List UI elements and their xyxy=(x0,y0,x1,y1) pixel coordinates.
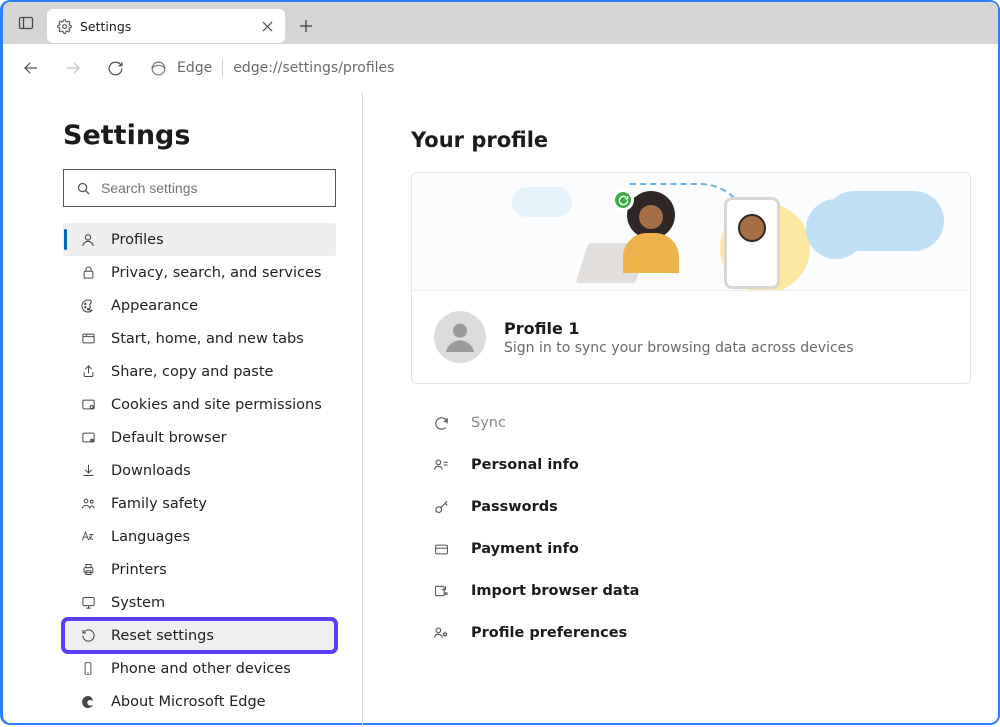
forward-button[interactable] xyxy=(55,50,91,86)
phone-icon xyxy=(79,661,97,676)
settings-main: Your profile Profile 1 Sign in to sync y… xyxy=(363,92,998,727)
refresh-button[interactable] xyxy=(97,50,133,86)
personal-info-icon xyxy=(431,457,451,473)
settings-nav: Profiles Privacy, search, and services App… xyxy=(63,223,336,718)
new-tab-button[interactable] xyxy=(289,9,323,43)
share-icon xyxy=(79,364,97,379)
profile-icon xyxy=(79,232,97,248)
address-prefix: Edge xyxy=(177,60,212,76)
profile-link-profile-preferences[interactable]: Profile preferences xyxy=(411,612,971,654)
sidebar-item-languages[interactable]: Languages xyxy=(63,520,336,553)
prefs-icon xyxy=(431,625,451,641)
tab-title: Settings xyxy=(80,19,131,34)
profile-link-label: Profile preferences xyxy=(471,625,627,641)
nav-item-label: Printers xyxy=(111,562,167,578)
sidebar-item-cookies-and-site-permissions[interactable]: Cookies and site permissions xyxy=(63,388,336,421)
nav-item-label: Profiles xyxy=(111,232,164,248)
close-tab-button[interactable] xyxy=(257,16,277,36)
nav-item-label: Downloads xyxy=(111,463,191,479)
sidebar-item-printers[interactable]: Printers xyxy=(63,553,336,586)
nav-item-label: Reset settings xyxy=(111,628,214,644)
profile-link-label: Sync xyxy=(471,415,506,431)
default-browser-icon xyxy=(79,430,97,445)
reset-icon xyxy=(79,628,97,643)
profile-link-passwords[interactable]: Passwords xyxy=(411,486,971,528)
nav-item-label: Appearance xyxy=(111,298,198,314)
gear-icon xyxy=(57,19,72,34)
profile-link-sync[interactable]: Sync xyxy=(411,402,971,444)
profile-link-payment-info[interactable]: Payment info xyxy=(411,528,971,570)
profile-links: Sync Personal info Passwords Payment info Im… xyxy=(411,402,971,654)
sidebar-item-default-browser[interactable]: Default browser xyxy=(63,421,336,454)
profile-subtitle: Sign in to sync your browsing data acros… xyxy=(504,340,854,356)
nav-item-label: Phone and other devices xyxy=(111,661,291,677)
toolbar: Edge edge://settings/profiles xyxy=(3,44,998,92)
language-icon xyxy=(79,529,97,544)
appearance-icon xyxy=(79,298,97,314)
nav-item-label: Start, home, and new tabs xyxy=(111,331,304,347)
profile-link-label: Import browser data xyxy=(471,583,639,599)
key-icon xyxy=(431,499,451,516)
profile-name: Profile 1 xyxy=(504,319,854,338)
address-url: edge://settings/profiles xyxy=(233,60,394,76)
sidebar-item-start-home-and-new-tabs[interactable]: Start, home, and new tabs xyxy=(63,322,336,355)
sidebar-item-profiles[interactable]: Profiles xyxy=(63,223,336,256)
sidebar-item-phone-and-other-devices[interactable]: Phone and other devices xyxy=(63,652,336,685)
family-icon xyxy=(79,496,97,511)
profile-row[interactable]: Profile 1 Sign in to sync your browsing … xyxy=(412,291,970,383)
payment-icon xyxy=(431,542,451,557)
sidebar-item-share-copy-and-paste[interactable]: Share, copy and paste xyxy=(63,355,336,388)
edge-icon xyxy=(79,694,97,710)
sidebar-item-privacy-search-and-services[interactable]: Privacy, search, and services xyxy=(63,256,336,289)
back-button[interactable] xyxy=(13,50,49,86)
profile-link-label: Personal info xyxy=(471,457,579,473)
sidebar-item-reset-settings[interactable]: Reset settings xyxy=(63,619,336,652)
nav-item-label: Languages xyxy=(111,529,190,545)
avatar-icon xyxy=(434,311,486,363)
cookies-icon xyxy=(79,397,97,412)
profile-link-personal-info[interactable]: Personal info xyxy=(411,444,971,486)
profile-link-label: Payment info xyxy=(471,541,579,557)
search-icon xyxy=(76,181,91,196)
nav-item-label: Share, copy and paste xyxy=(111,364,273,380)
edge-logo-icon xyxy=(150,60,167,77)
search-settings-box[interactable] xyxy=(63,169,336,207)
profile-card: Profile 1 Sign in to sync your browsing … xyxy=(411,172,971,384)
tab-settings[interactable]: Settings xyxy=(47,9,285,43)
settings-heading: Settings xyxy=(63,120,336,151)
system-icon xyxy=(79,595,97,610)
nav-item-label: Default browser xyxy=(111,430,227,446)
content: Settings Profiles Privacy, search, and se… xyxy=(3,92,998,727)
nav-item-label: Family safety xyxy=(111,496,207,512)
sidebar-item-system[interactable]: System xyxy=(63,586,336,619)
lock-icon xyxy=(79,265,97,280)
nav-item-label: System xyxy=(111,595,165,611)
settings-sidebar: Settings Profiles Privacy, search, and se… xyxy=(3,92,363,727)
profile-hero-illustration xyxy=(412,173,970,291)
address-divider xyxy=(222,59,223,77)
tab-strip: Settings xyxy=(3,2,998,44)
profile-link-label: Passwords xyxy=(471,499,558,515)
your-profile-heading: Your profile xyxy=(411,128,998,152)
sidebar-item-family-safety[interactable]: Family safety xyxy=(63,487,336,520)
nav-item-label: Cookies and site permissions xyxy=(111,397,322,413)
printer-icon xyxy=(79,562,97,577)
profile-link-import-browser-data[interactable]: Import browser data xyxy=(411,570,971,612)
sidebar-item-appearance[interactable]: Appearance xyxy=(63,289,336,322)
import-icon xyxy=(431,583,451,599)
tab-actions-button[interactable] xyxy=(5,2,47,44)
sidebar-item-about-microsoft-edge[interactable]: About Microsoft Edge xyxy=(63,685,336,718)
download-icon xyxy=(79,463,97,478)
address-bar[interactable]: Edge edge://settings/profiles xyxy=(139,51,988,85)
nav-item-label: About Microsoft Edge xyxy=(111,694,266,710)
search-settings-input[interactable] xyxy=(101,180,323,196)
tabs-icon xyxy=(79,331,97,346)
sidebar-item-downloads[interactable]: Downloads xyxy=(63,454,336,487)
nav-item-label: Privacy, search, and services xyxy=(111,265,321,281)
sync-icon xyxy=(431,415,451,432)
